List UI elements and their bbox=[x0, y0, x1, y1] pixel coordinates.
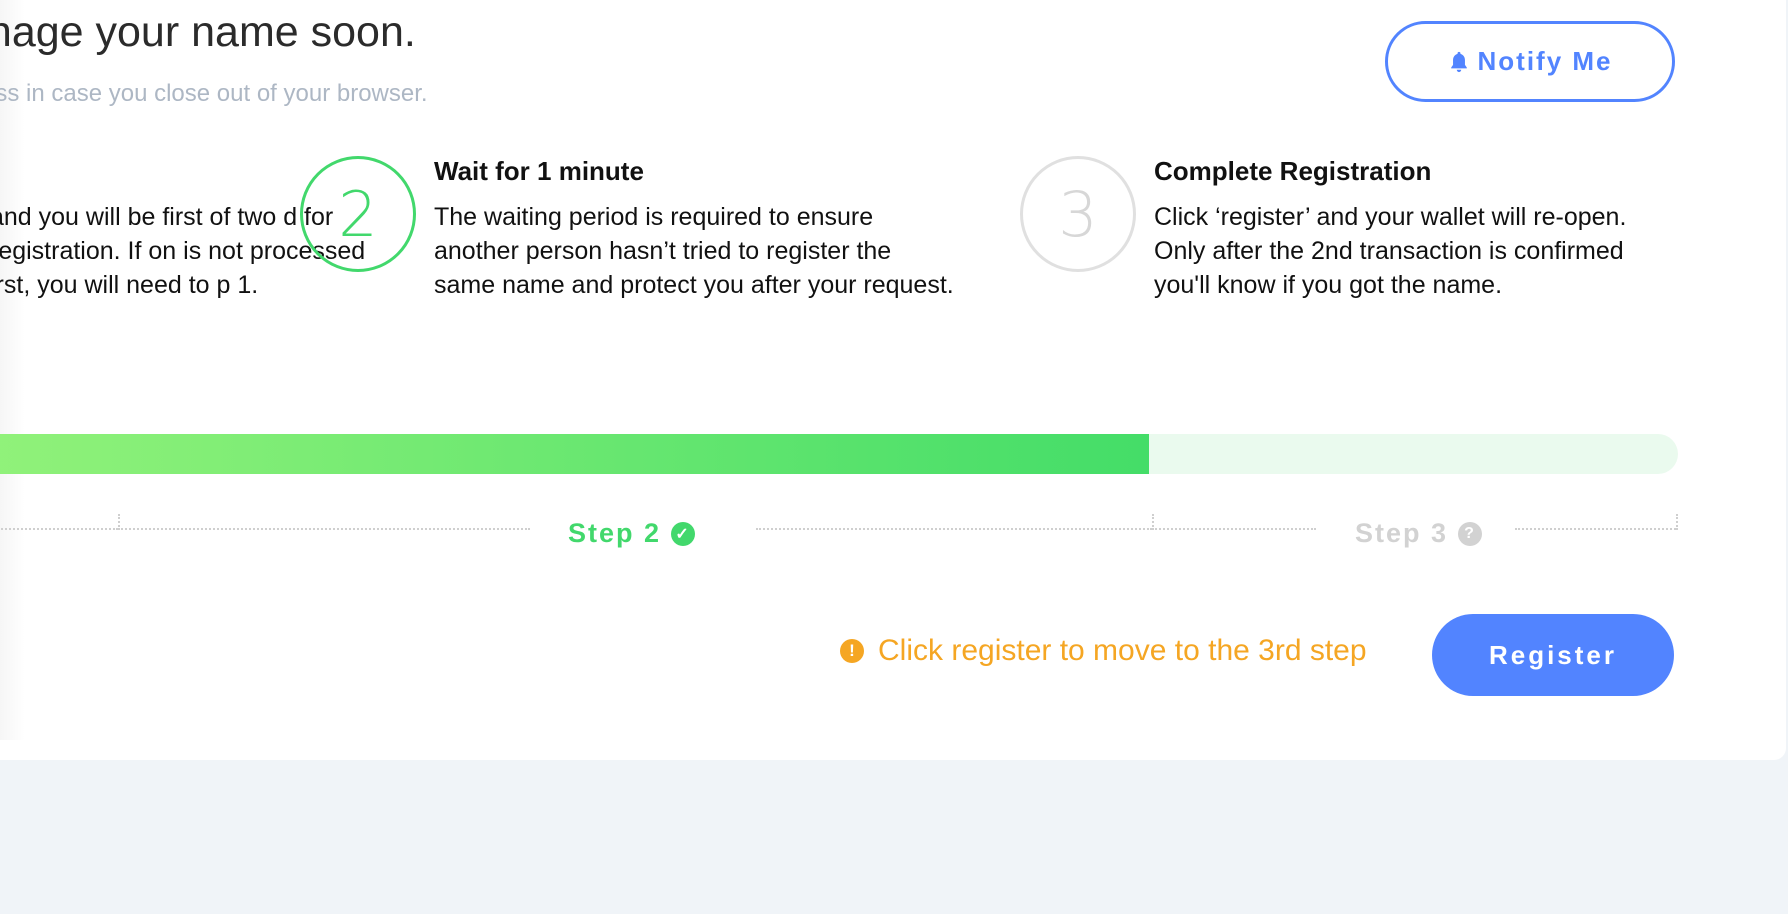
step-2-number-circle: 2 bbox=[300, 156, 416, 272]
notify-me-button[interactable]: Notify Me bbox=[1385, 21, 1675, 102]
progress-bar-fill bbox=[0, 434, 1149, 474]
registration-card: anage your name soon. cess in case you c… bbox=[0, 0, 1786, 760]
step-2-label-text: Step 2 bbox=[568, 518, 662, 548]
register-warning-text: Click register to move to the 3rd step bbox=[878, 634, 1367, 667]
timeline-segment bbox=[1152, 528, 1316, 530]
timeline-segment bbox=[118, 528, 530, 530]
timeline-segment bbox=[1515, 528, 1676, 530]
register-button[interactable]: Register bbox=[1432, 614, 1674, 696]
question-circle-icon: ? bbox=[1458, 521, 1483, 546]
step-2-description: The waiting period is required to ensure… bbox=[434, 203, 954, 299]
page-subtitle: cess in case you close out of your brows… bbox=[0, 80, 428, 107]
timeline-segment bbox=[756, 528, 1152, 530]
timeline-tick bbox=[1676, 514, 1678, 530]
step-1-description: and you will be first of two d for regis… bbox=[0, 200, 365, 302]
exclamation-circle-icon: ! bbox=[840, 639, 864, 663]
bell-icon bbox=[1450, 51, 1467, 72]
step-2-label: Step 2 ✓ bbox=[568, 518, 696, 549]
step-3-description: Click ‘register’ and your wallet will re… bbox=[1154, 203, 1627, 299]
notify-me-label: Notify Me bbox=[1477, 46, 1613, 76]
step-3-title: Complete Registration bbox=[1154, 156, 1432, 186]
progress-bar-track bbox=[0, 434, 1678, 474]
timeline-segment bbox=[0, 528, 118, 530]
step-3-label: Step 3 ? bbox=[1355, 518, 1483, 549]
step-3-label-text: Step 3 bbox=[1355, 518, 1449, 548]
register-warning: ! Click register to move to the 3rd step bbox=[840, 634, 1367, 668]
left-edge-shadow bbox=[0, 0, 25, 740]
step-3-number-circle: 3 bbox=[1020, 156, 1136, 272]
step-2-title: Wait for 1 minute bbox=[434, 156, 644, 186]
page-title: anage your name soon. bbox=[0, 8, 416, 56]
check-circle-icon: ✓ bbox=[671, 521, 696, 546]
